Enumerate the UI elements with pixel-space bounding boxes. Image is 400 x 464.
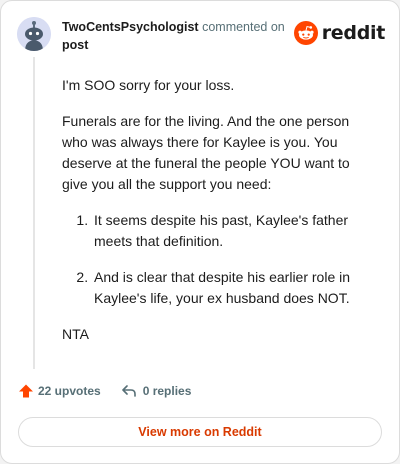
upvote-button[interactable]: 22 upvotes	[18, 383, 101, 399]
reddit-wordmark: reddit	[321, 22, 386, 44]
comment-body: I'm SOO sorry for your loss. Funerals ar…	[62, 75, 372, 360]
comment-header: TwoCentsPsychologist commented on post	[62, 18, 302, 54]
comment-actions: 22 upvotes 0 replies	[18, 383, 191, 399]
comment-paragraph: I'm SOO sorry for your loss.	[62, 77, 235, 93]
action-text: commented on	[202, 20, 285, 34]
replies-count: 0 replies	[142, 384, 192, 398]
comment-closing: NTA	[62, 326, 89, 342]
user-avatar-icon	[17, 17, 51, 51]
upvotes-count: 22 upvotes	[38, 384, 101, 398]
list-item: And is clear that despite his earlier ro…	[92, 267, 372, 309]
thread-line	[33, 57, 35, 369]
post-link[interactable]: post	[62, 38, 88, 52]
comment-embed-card: TwoCentsPsychologist commented on post r…	[0, 0, 400, 464]
reddit-snoo-icon	[293, 21, 318, 45]
list-item: It seems despite his past, Kaylee's fath…	[92, 210, 372, 252]
replies-button[interactable]: 0 replies	[121, 383, 192, 399]
avatar[interactable]	[17, 17, 51, 51]
reddit-logo[interactable]: reddit	[293, 21, 386, 45]
comment-paragraph: Funerals are for the living. And the one…	[62, 113, 350, 192]
username-link[interactable]: TwoCentsPsychologist	[62, 20, 199, 34]
comment-list: It seems despite his past, Kaylee's fath…	[62, 210, 372, 309]
view-more-button[interactable]: View more on Reddit	[18, 417, 382, 447]
reply-arrow-icon	[121, 385, 136, 397]
upvote-arrow-icon	[19, 384, 33, 398]
